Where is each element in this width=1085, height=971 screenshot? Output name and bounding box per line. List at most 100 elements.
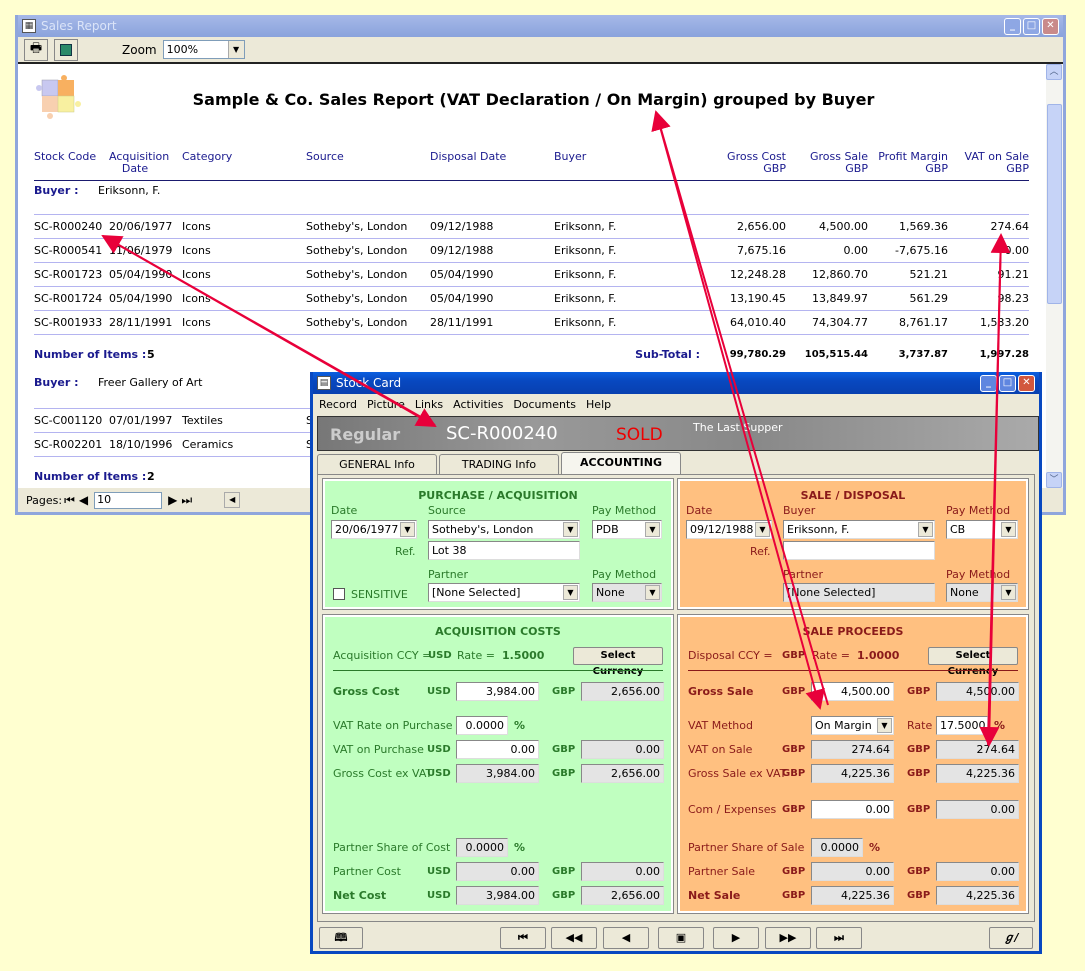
tab-accounting-info[interactable]: ACCOUNTING Info bbox=[561, 452, 681, 489]
zoom-select[interactable]: 100% ▼ bbox=[162, 40, 245, 59]
tab-general-info[interactable]: GENERAL Info bbox=[317, 454, 437, 474]
window-button[interactable]: ▣ bbox=[658, 927, 704, 949]
chevron-down-icon[interactable]: ▼ bbox=[918, 522, 933, 537]
page-number-input[interactable]: 10 bbox=[94, 491, 163, 509]
cell-buyer: Eriksonn, F. bbox=[554, 220, 617, 233]
chevron-down-icon[interactable]: ▼ bbox=[755, 522, 770, 537]
ccy-usd: USD bbox=[427, 866, 451, 877]
chevron-down-icon[interactable]: ▼ bbox=[227, 41, 244, 58]
sale-partner-field[interactable]: [None Selected] bbox=[783, 583, 935, 602]
cell-profit-margin: 561.29 bbox=[909, 292, 949, 305]
vat-usd-input[interactable]: 0.00 bbox=[456, 740, 539, 759]
next-page-button[interactable]: ▶ bbox=[168, 493, 177, 507]
next-record-button[interactable]: ▶ bbox=[713, 927, 759, 949]
sale-pay-method-select[interactable]: CB ▼ bbox=[946, 520, 1018, 539]
gross-cost-usd-input[interactable]: 3,984.00 bbox=[456, 682, 539, 701]
ccy-usd: USD bbox=[427, 686, 451, 697]
maximize-button[interactable]: □ bbox=[999, 374, 1016, 392]
glasses-button[interactable]: ℊ∕ bbox=[989, 927, 1033, 949]
cell-disposal-date: 05/04/1990 bbox=[430, 292, 494, 305]
source-select[interactable]: Sotheby's, London ▼ bbox=[428, 520, 580, 539]
menu-documents[interactable]: Documents bbox=[513, 398, 576, 411]
chevron-down-icon[interactable]: ▼ bbox=[877, 718, 892, 733]
sale-partner-pay-select[interactable]: None ▼ bbox=[946, 583, 1018, 602]
print-button[interactable]: 🖶 bbox=[24, 38, 48, 61]
table-row[interactable]: SC-R001933 28/11/1991 Icons Sotheby's, Lond… bbox=[34, 311, 1029, 335]
table-row[interactable]: SC-R001723 05/04/1990 Icons Sotheby's, Lond… bbox=[34, 263, 1029, 287]
vat-gbp-field: 0.00 bbox=[581, 740, 664, 759]
items-count: 5 bbox=[147, 348, 155, 361]
chevron-down-icon[interactable]: ▼ bbox=[400, 522, 415, 537]
sensitive-checkbox[interactable] bbox=[333, 588, 345, 600]
ref-input[interactable]: Lot 38 bbox=[428, 541, 580, 560]
cell-gross-cost: 64,010.40 bbox=[730, 316, 786, 329]
menu-activities[interactable]: Activities bbox=[453, 398, 503, 411]
ccy-gbp: GBP bbox=[552, 686, 576, 697]
maximize-button[interactable]: □ bbox=[1023, 17, 1040, 35]
net-cost-gbp-field: 2,656.00 bbox=[581, 886, 664, 905]
scroll-up-icon[interactable]: ︿ bbox=[1046, 64, 1062, 80]
cell-stock-code: SC-C001120 bbox=[34, 414, 103, 427]
vat-on-purchase-label: VAT on Purchase bbox=[333, 743, 424, 756]
cell-stock-code: SC-R000240 bbox=[34, 220, 103, 233]
acquisition-costs-panel: ACQUISITION COSTS Acquisition CCY = USD … bbox=[322, 614, 674, 914]
purchase-date-field[interactable]: 20/06/1977 ▼ bbox=[331, 520, 417, 539]
disposal-ccy-label: Disposal CCY = bbox=[688, 649, 773, 662]
com-expenses-input[interactable]: 0.00 bbox=[811, 800, 894, 819]
buyer-label: Buyer bbox=[783, 504, 816, 517]
minimize-button[interactable]: _ bbox=[980, 374, 997, 392]
window-title: Stock Card bbox=[336, 376, 402, 390]
sales-report-titlebar[interactable]: ▦ Sales Report _ □ ✕ bbox=[18, 15, 1063, 37]
vat-rate-input[interactable]: 0.0000 bbox=[456, 716, 508, 735]
chevron-down-icon[interactable]: ▼ bbox=[563, 585, 578, 600]
last-page-button[interactable]: ⏭ bbox=[181, 493, 192, 508]
table-row[interactable]: SC-R000240 20/06/1977 Icons Sotheby's, Lond… bbox=[34, 215, 1029, 239]
acq-costs-title: ACQUISITION COSTS bbox=[435, 625, 561, 638]
prev-page-button[interactable]: ◀ bbox=[79, 493, 88, 507]
next-page-button[interactable]: ▶▶ bbox=[765, 927, 811, 949]
partner-pay-method-select[interactable]: None ▼ bbox=[592, 583, 662, 602]
sale-date-field[interactable]: 09/12/1988 ▼ bbox=[686, 520, 772, 539]
scroll-left-icon[interactable]: ◀ bbox=[224, 492, 241, 508]
prev-record-button[interactable]: ◀ bbox=[603, 927, 649, 949]
export-button[interactable] bbox=[54, 38, 78, 61]
vat-method-select[interactable]: On Margin ▼ bbox=[811, 716, 894, 735]
chevron-down-icon[interactable]: ▼ bbox=[645, 585, 660, 600]
chevron-down-icon[interactable]: ▼ bbox=[645, 522, 660, 537]
report-vertical-scrollbar[interactable]: ︿ ﹀ bbox=[1046, 64, 1063, 488]
book-button[interactable]: 🕮 bbox=[319, 927, 363, 949]
close-button[interactable]: ✕ bbox=[1042, 17, 1059, 35]
sale-ref-input[interactable] bbox=[783, 541, 935, 560]
scroll-thumb[interactable] bbox=[1047, 104, 1062, 304]
items-label: Number of Items : bbox=[34, 348, 147, 361]
first-record-button[interactable]: ⏮ bbox=[500, 927, 546, 949]
select-currency-button[interactable]: Select Currency bbox=[928, 647, 1018, 677]
minimize-button[interactable]: _ bbox=[1004, 17, 1021, 35]
buyer-select[interactable]: Eriksonn, F. ▼ bbox=[783, 520, 935, 539]
exvat-gbp-field: 2,656.00 bbox=[581, 764, 664, 783]
menu-picture[interactable]: Picture bbox=[367, 398, 405, 411]
menu-record[interactable]: Record bbox=[319, 398, 357, 411]
vat-rate-input[interactable]: 17.5000 bbox=[936, 716, 988, 735]
table-row[interactable]: SC-R000541 11/06/1979 Icons Sotheby's, Lond… bbox=[34, 239, 1029, 263]
tab-trading-info[interactable]: TRADING Info bbox=[439, 454, 559, 474]
close-button[interactable]: ✕ bbox=[1018, 374, 1035, 392]
partner-pay-method-label: Pay Method bbox=[592, 568, 657, 581]
chevron-down-icon[interactable]: ▼ bbox=[563, 522, 578, 537]
partner-select[interactable]: [None Selected] ▼ bbox=[428, 583, 580, 602]
select-currency-button[interactable]: Select Currency bbox=[573, 647, 663, 677]
chevron-down-icon[interactable]: ▼ bbox=[1001, 585, 1016, 600]
scroll-down-icon[interactable]: ﹀ bbox=[1046, 472, 1062, 488]
prev-page-button[interactable]: ◀◀ bbox=[551, 927, 597, 949]
pay-method-select[interactable]: PDB ▼ bbox=[592, 520, 662, 539]
menu-links[interactable]: Links bbox=[415, 398, 443, 411]
gross-sale-input[interactable]: 4,500.00 bbox=[811, 682, 894, 701]
last-record-button[interactable]: ⏭ bbox=[816, 927, 862, 949]
stock-card-titlebar[interactable]: ▤ Stock Card _ □ ✕ bbox=[313, 372, 1039, 394]
first-page-button[interactable]: ⏮ bbox=[64, 493, 75, 508]
chevron-down-icon[interactable]: ▼ bbox=[1001, 522, 1016, 537]
record-navigation-bar: 🕮 ⏮ ◀◀ ◀ ▣ ▶ ▶▶ ⏭ ℊ∕ bbox=[313, 924, 1039, 951]
item-title: The Last Supper bbox=[693, 421, 783, 434]
table-row[interactable]: SC-R001724 05/04/1990 Icons Sotheby's, Lond… bbox=[34, 287, 1029, 311]
menu-help[interactable]: Help bbox=[586, 398, 611, 411]
